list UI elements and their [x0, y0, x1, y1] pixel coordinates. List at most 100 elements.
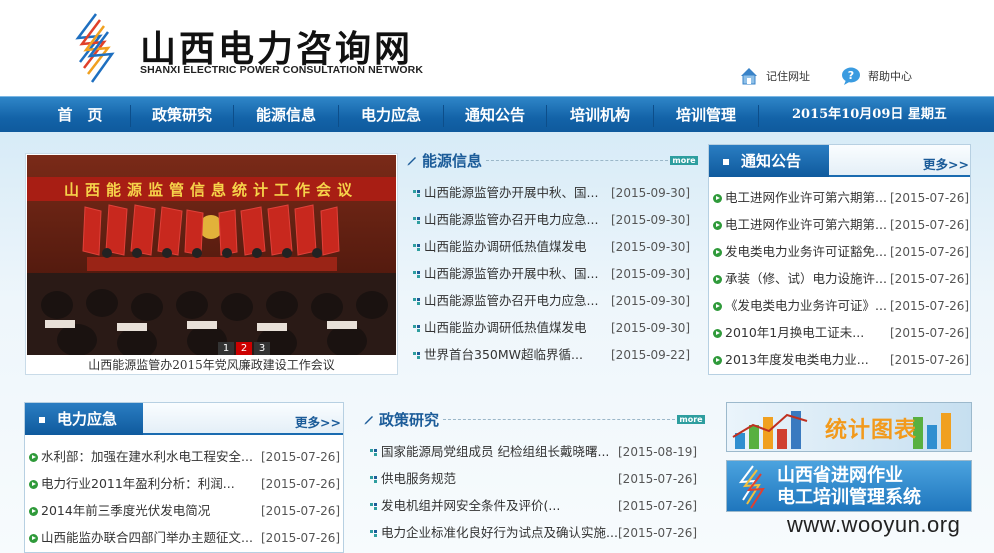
policy-item[interactable]: 供电服务规范 [2015-07-26] [370, 469, 697, 489]
divider [486, 160, 668, 161]
energy-info-item-date: [2015-09-22] [611, 348, 691, 362]
policy-item-title[interactable]: 电力企业标准化良好行为试点及确认实施... [381, 525, 618, 540]
emergency-list: 水利部：加强在建水利水电工程安全... [2015-07-26] 电力行业2011年… [29, 447, 341, 552]
energy-info-item-title[interactable]: 山西能源监管办开展中秋、国... [424, 266, 598, 281]
notices-tab[interactable]: 通知公告 [709, 145, 829, 177]
policy-item-date: [2015-07-26] [618, 526, 698, 540]
emergency-item[interactable]: 山西能监办联合四部门举办主题征文... [2015-07-26] [29, 528, 340, 548]
slide-page-3[interactable]: 3 [254, 342, 270, 355]
slideshow-caption[interactable]: 山西能源监管办2015年党风廉政建设工作会议 [26, 356, 397, 374]
nav-policy-research[interactable]: 政策研究 [131, 97, 233, 133]
nav-notices[interactable]: 通知公告 [444, 97, 546, 133]
notice-item-title[interactable]: 2013年度发电类电力业... [725, 352, 869, 367]
nav-home[interactable]: 首 页 [30, 97, 130, 133]
notice-item-title[interactable]: 2010年1月换电工证未... [725, 325, 864, 340]
grid-bullet-icon [413, 189, 420, 197]
energy-info-item-title[interactable]: 山西能监办调研低热值煤发电 [424, 320, 587, 335]
energy-info-item-date: [2015-09-30] [611, 267, 691, 281]
emergency-item-title[interactable]: 电力行业2011年盈利分析：利润... [41, 476, 235, 491]
stats-charts-banner[interactable]: 统计图表 [726, 402, 972, 452]
grid-bullet-icon [413, 270, 420, 278]
energy-info-item[interactable]: 山西能源监管办召开电力应急... [2015-09-30] [413, 210, 690, 230]
energy-info-item-date: [2015-09-30] [611, 240, 691, 254]
policy-item[interactable]: 发电机组并网安全条件及评价(... [2015-07-26] [370, 496, 697, 516]
policy-list: 国家能源局党组成员 纪检组组长戴晓曙... [2015-08-19] 供电服务规范 [… [370, 442, 705, 552]
energy-info-item-title[interactable]: 山西能源监管办召开电力应急... [424, 212, 598, 227]
notice-item[interactable]: 2013年度发电类电力业... [2015-07-26] [713, 350, 969, 370]
help-center-link[interactable]: ? 帮助中心 [840, 64, 912, 88]
slide-page-1[interactable]: 1 [218, 342, 234, 355]
policy-item-date: [2015-07-26] [618, 499, 698, 513]
nav-energy-info[interactable]: 能源信息 [234, 97, 338, 133]
policy-item[interactable]: 国家能源局党组成员 纪检组组长戴晓曙... [2015-08-19] [370, 442, 697, 462]
slide-page-2[interactable]: 2 [236, 342, 252, 355]
notice-item-title[interactable]: 发电类电力业务许可证豁免... [725, 244, 887, 259]
notice-item-title[interactable]: 承装（修、试）电力设施许... [725, 271, 887, 286]
notice-item[interactable]: 电工进网作业许可第六期第... [2015-07-26] [713, 215, 969, 235]
emergency-item-date: [2015-07-26] [261, 504, 341, 518]
notice-item-title[interactable]: 电工进网作业许可第六期第... [725, 217, 887, 232]
training-system-banner[interactable]: 山西省进网作业 电工培训管理系统 [726, 460, 972, 512]
energy-info-item[interactable]: 山西能监办调研低热值煤发电 [2015-09-30] [413, 237, 690, 257]
emergency-tab[interactable]: 电力应急 [25, 403, 143, 435]
nav-training-management[interactable]: 培训管理 [654, 97, 758, 133]
nav-training-institutions[interactable]: 培训机构 [547, 97, 653, 133]
notice-item[interactable]: 《发电类电力业务许可证》... [2015-07-26] [713, 296, 969, 316]
emergency-item-date: [2015-07-26] [261, 477, 341, 491]
energy-info-item-title[interactable]: 山西能监办调研低热值煤发电 [424, 239, 587, 254]
emergency-item-title[interactable]: 2014年前三季度光伏发电简况 [41, 503, 210, 518]
emergency-item-title[interactable]: 水利部：加强在建水利水电工程安全... [41, 449, 253, 464]
energy-info-list: 山西能源监管办开展中秋、国... [2015-09-30] 山西能源监管办召开电力应… [413, 183, 703, 373]
notice-item[interactable]: 发电类电力业务许可证豁免... [2015-07-26] [713, 242, 969, 262]
site-subtitle: SHANXI ELECTRIC POWER CONSULTATION NETWO… [140, 64, 424, 76]
grid-bullet-icon [413, 351, 420, 359]
notice-item[interactable]: 2010年1月换电工证未... [2015-07-26] [713, 323, 969, 343]
arrow-bullet-icon [29, 453, 38, 462]
emergency-item[interactable]: 水利部：加强在建水利水电工程安全... [2015-07-26] [29, 447, 340, 467]
stats-banner-label: 统计图表 [825, 417, 918, 443]
emergency-more-link[interactable]: 更多>> [295, 412, 341, 431]
nav-power-emergency[interactable]: 电力应急 [339, 97, 443, 133]
energy-info-item[interactable]: 山西能监办调研低热值煤发电 [2015-09-30] [413, 318, 690, 338]
notice-item[interactable]: 电工进网作业许可第六期第... [2015-07-26] [713, 188, 969, 208]
emergency-item-date: [2015-07-26] [261, 531, 341, 545]
energy-info-item-title[interactable]: 山西能源监管办开展中秋、国... [424, 185, 598, 200]
policy-item-title[interactable]: 发电机组并网安全条件及评价(... [381, 498, 560, 513]
news-slideshow[interactable]: 山西能源监管信息统计工作会议 1 2 3 山西能源监管办2015年党风廉政建设工… [25, 153, 398, 375]
notice-item[interactable]: 承装（修、试）电力设施许... [2015-07-26] [713, 269, 969, 289]
energy-info-item-title[interactable]: 世界首台350MW超临界循... [424, 347, 583, 362]
arrow-bullet-icon [29, 534, 38, 543]
notices-more-link[interactable]: 更多>> [923, 154, 969, 173]
energy-info-item[interactable]: 山西能源监管办开展中秋、国... [2015-09-30] [413, 264, 690, 284]
policy-header: 政策研究 [363, 407, 439, 431]
policy-item-title[interactable]: 国家能源局党组成员 纪检组组长戴晓曙... [381, 444, 609, 459]
bookmark-link[interactable]: 记住网址 [738, 64, 810, 88]
slide-banner-text: 山西能源监管信息统计工作会议 [64, 181, 358, 199]
square-bullet-icon [723, 158, 729, 165]
energy-info-item-title[interactable]: 山西能源监管办召开电力应急... [424, 293, 598, 308]
energy-info-item[interactable]: 山西能源监管办开展中秋、国... [2015-09-30] [413, 183, 690, 203]
grid-bullet-icon [413, 216, 420, 224]
notice-item-date: [2015-07-26] [890, 353, 970, 367]
arrow-bullet-icon [713, 194, 722, 203]
notice-item-title[interactable]: 《发电类电力业务许可证》... [725, 298, 887, 313]
energy-info-item-date: [2015-09-30] [611, 321, 691, 335]
training-banner-line1: 山西省进网作业 [777, 465, 903, 486]
energy-info-item[interactable]: 世界首台350MW超临界循... [2015-09-22] [413, 345, 690, 365]
arrow-bullet-icon [29, 480, 38, 489]
arrow-bullet-icon [29, 507, 38, 516]
emergency-item[interactable]: 2014年前三季度光伏发电简况 [2015-07-26] [29, 501, 340, 521]
logo-lightning-icon [75, 13, 115, 83]
emergency-item-title[interactable]: 山西能监办联合四部门举办主题征文... [41, 530, 253, 545]
arrow-bullet-icon [713, 356, 722, 365]
notice-item-title[interactable]: 电工进网作业许可第六期第... [725, 190, 887, 205]
policy-more-link[interactable]: more [677, 415, 705, 424]
arrow-bullet-icon [713, 221, 722, 230]
energy-info-item[interactable]: 山西能源监管办召开电力应急... [2015-09-30] [413, 291, 690, 311]
energy-info-more-link[interactable]: more [670, 156, 698, 165]
current-date: 2015年10月09日 星期五 [792, 107, 947, 122]
emergency-item[interactable]: 电力行业2011年盈利分析：利润... [2015-07-26] [29, 474, 340, 494]
policy-item[interactable]: 电力企业标准化良好行为试点及确认实施... [2015-07-26] [370, 523, 697, 543]
policy-item-title[interactable]: 供电服务规范 [381, 471, 456, 486]
house-icon [741, 68, 757, 85]
